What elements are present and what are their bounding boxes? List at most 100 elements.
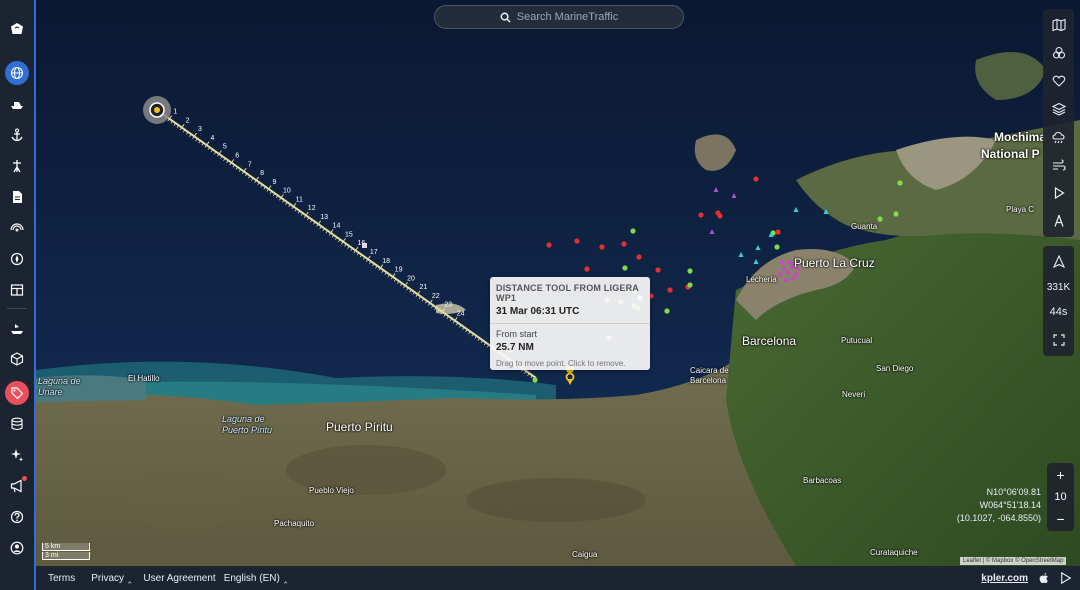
vessel-marker[interactable]: [532, 377, 538, 383]
document-icon[interactable]: [5, 185, 29, 209]
vessel-marker[interactable]: [599, 244, 605, 250]
ruler-start-marker[interactable]: [143, 96, 171, 124]
map-label-san-diego: San Diego: [876, 364, 914, 373]
vessel-marker[interactable]: [779, 259, 785, 264]
kpler-link[interactable]: kpler.com: [981, 573, 1028, 584]
tag-icon[interactable]: [5, 381, 29, 405]
vessel-marker[interactable]: [793, 207, 799, 212]
vessel-marker[interactable]: [717, 213, 723, 219]
ruler-major-tick: [367, 255, 371, 260]
vessel-marker[interactable]: [546, 242, 552, 248]
vessel-marker[interactable]: [781, 265, 787, 270]
vessel-marker[interactable]: [622, 265, 628, 271]
ruler-mid-marker[interactable]: [362, 243, 367, 248]
vessel-marker[interactable]: [621, 241, 627, 247]
vessel-marker[interactable]: [584, 266, 590, 272]
ruler-major-tick: [429, 299, 433, 304]
user-agreement-link[interactable]: User Agreement: [143, 573, 215, 584]
play-track-button[interactable]: [1043, 179, 1074, 207]
map-status-panel: 331K 44s: [1043, 246, 1074, 356]
port-icon[interactable]: [5, 154, 29, 178]
map-layers-button[interactable]: [1043, 11, 1074, 39]
anchor-icon[interactable]: [5, 123, 29, 147]
zoom-in-button[interactable]: +: [1047, 463, 1074, 487]
vessel-marker[interactable]: [877, 216, 883, 222]
vessel-marker[interactable]: [823, 209, 829, 214]
left-sidebar: [0, 0, 34, 590]
fullscreen-button[interactable]: [1043, 326, 1074, 354]
filters-button[interactable]: [1043, 39, 1074, 67]
vessel-marker[interactable]: [630, 228, 636, 234]
map-label-laguna-piritu: Laguna de Puerto Píritu: [222, 414, 273, 435]
layers-button[interactable]: [1043, 95, 1074, 123]
vessel-marker[interactable]: [713, 187, 719, 192]
user-icon[interactable]: [5, 536, 29, 560]
vessel-marker[interactable]: [777, 271, 783, 276]
database-icon[interactable]: [5, 412, 29, 436]
wind-button[interactable]: [1043, 151, 1074, 179]
longitude-readout: W064°51'18.14: [979, 500, 1041, 510]
language-selector[interactable]: English (EN) ‸: [224, 573, 288, 584]
sparkle-icon[interactable]: [5, 443, 29, 467]
vessel-marker[interactable]: [655, 267, 661, 273]
scale-km: 5 km: [42, 543, 90, 551]
vessel-marker[interactable]: [687, 268, 693, 274]
vessel-marker[interactable]: [775, 229, 781, 235]
vessel-marker[interactable]: [793, 271, 799, 276]
ruler-major-tick: [206, 141, 210, 146]
search-bar[interactable]: Search MarineTraffic: [434, 5, 684, 29]
refresh-timer[interactable]: 44s: [1043, 298, 1074, 326]
chevron-up-icon: ‸: [128, 572, 132, 584]
vessel-marker[interactable]: [787, 259, 793, 264]
measure-button[interactable]: [1043, 207, 1074, 235]
weather-button[interactable]: [1043, 123, 1074, 151]
vessel-marker[interactable]: [893, 211, 899, 217]
vessel-marker[interactable]: [574, 238, 580, 244]
vessel-marker[interactable]: [783, 277, 789, 282]
privacy-link[interactable]: Privacy ‸: [91, 573, 131, 584]
tooltip-title: DISTANCE TOOL FROM LIGERA WP1: [496, 283, 639, 303]
compass-icon[interactable]: [5, 247, 29, 271]
vessel-marker[interactable]: [636, 254, 642, 260]
table-icon[interactable]: [5, 278, 29, 302]
tooltip-divider: [490, 323, 650, 324]
vessel-marker[interactable]: [667, 287, 673, 293]
terms-link[interactable]: Terms: [48, 573, 75, 584]
vessel-marker[interactable]: [753, 259, 759, 264]
ruler-major-tick: [181, 123, 185, 128]
vessel-marker[interactable]: [753, 176, 759, 182]
bottom-bar: Terms Privacy ‸ User Agreement English (E…: [36, 566, 1080, 590]
vessel-marker[interactable]: [755, 245, 761, 250]
map-label-caigua: Caigua: [572, 550, 598, 559]
google-play-icon[interactable]: [1060, 572, 1072, 584]
signal-icon[interactable]: [5, 216, 29, 240]
vessel-marker[interactable]: [698, 212, 704, 218]
globe-icon[interactable]: [5, 61, 29, 85]
vessel-marker[interactable]: [738, 252, 744, 257]
vessel-marker[interactable]: [774, 244, 780, 250]
megaphone-icon[interactable]: [5, 474, 29, 498]
help-icon[interactable]: [5, 505, 29, 529]
apple-icon[interactable]: [1038, 572, 1050, 584]
compass-tool-icon: [1053, 215, 1064, 227]
ruler-major-tick: [169, 115, 173, 120]
map-attribution[interactable]: Leaflet | © Mapbox © OpenStreetMap: [960, 557, 1067, 565]
vessel-icon[interactable]: [5, 316, 29, 340]
zoom-out-button[interactable]: −: [1047, 507, 1074, 531]
ruler-tick-label: 17: [370, 249, 378, 256]
ruler-tick-label: 14: [333, 223, 341, 230]
vessel-marker[interactable]: [897, 180, 903, 186]
ruler-major-tick: [243, 167, 247, 172]
ship-icon[interactable]: [5, 92, 29, 116]
vessel-marker[interactable]: [709, 229, 715, 234]
logo-icon[interactable]: [5, 17, 29, 41]
vessel-marker[interactable]: [664, 308, 670, 314]
vessel-marker[interactable]: [731, 193, 737, 198]
map-label-national-park: National P: [981, 147, 1040, 161]
cube-icon[interactable]: [5, 347, 29, 371]
ruler-tick-label: 3: [198, 126, 202, 133]
favorites-button[interactable]: [1043, 67, 1074, 95]
live-ships-button[interactable]: [1043, 248, 1074, 276]
ruler-tick-label: 10: [283, 188, 291, 195]
vessel-marker[interactable]: [687, 282, 693, 288]
